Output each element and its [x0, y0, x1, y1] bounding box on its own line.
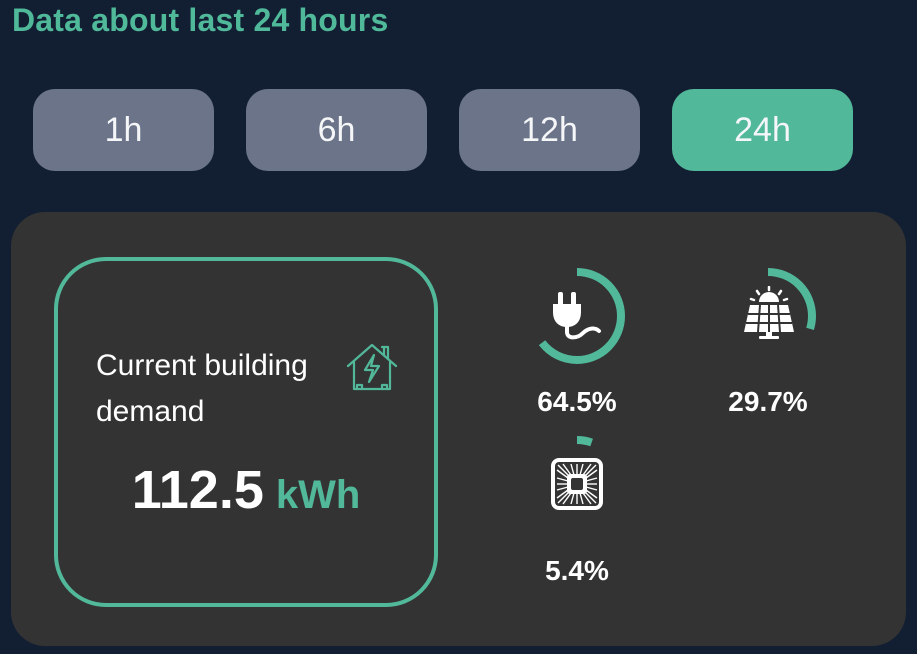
demand-value-row: 112.5 kWh	[58, 459, 434, 521]
demand-value: 112.5	[131, 460, 264, 520]
tab-24h[interactable]: 24h	[672, 89, 853, 171]
other-gauge	[525, 432, 629, 536]
solar-panel-icon	[744, 286, 794, 339]
building-demand-panel: Current building demand 112.5 kWh	[54, 257, 438, 607]
demand-unit: kWh	[275, 473, 361, 517]
other-percent: 5.4%	[545, 555, 609, 586]
tab-12h[interactable]: 12h	[459, 89, 640, 171]
heat-unit-icon	[551, 458, 603, 510]
solar-gauge	[716, 264, 820, 368]
solar-percent: 29.7%	[728, 386, 808, 417]
tab-1h[interactable]: 1h	[33, 89, 214, 171]
plug-icon	[553, 292, 601, 340]
demand-label: Current building demand	[96, 349, 308, 428]
house-energy-icon	[346, 343, 398, 391]
grid-percent: 64.5%	[537, 386, 617, 417]
grid-gauge	[525, 264, 629, 368]
tab-6h[interactable]: 6h	[246, 89, 427, 171]
energy-card: Current building demand 112.5kWh 64.5%	[11, 212, 906, 646]
page-title: Data about last 24 hours	[12, 2, 389, 38]
